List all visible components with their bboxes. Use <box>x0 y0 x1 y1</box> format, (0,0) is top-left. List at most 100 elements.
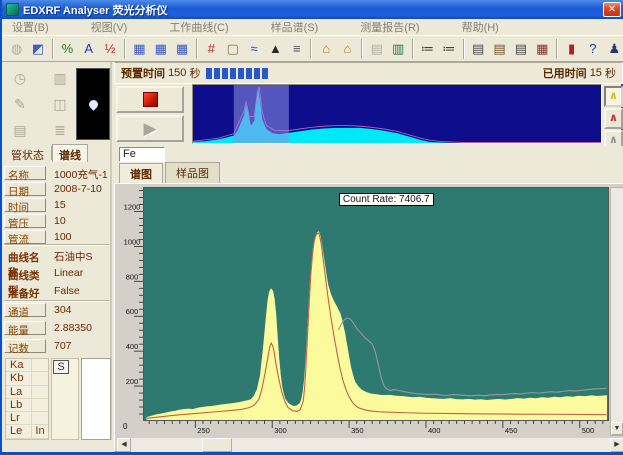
title-bar: EDXRF Analyser 荧光分析仪 ✕ <box>2 0 623 19</box>
menu-item-0[interactable]: 设置(B) <box>2 19 59 35</box>
fraction-icon[interactable]: ½ <box>100 38 119 60</box>
scroll-right-icon[interactable]: ▶ <box>610 438 623 452</box>
line-label: La <box>6 386 32 398</box>
triangle-peak-icon[interactable]: ▲ <box>266 38 285 60</box>
preset-time-value: 150 <box>168 67 186 79</box>
percent-icon[interactable]: % <box>58 38 77 60</box>
user-icon[interactable]: ♟ <box>605 38 623 60</box>
left-tab-1[interactable]: 谱线 <box>52 144 88 162</box>
overview-current-spectrum-button[interactable]: ∧ <box>604 86 623 107</box>
line-table-row: LeIn <box>6 425 48 438</box>
svg-text:1000: 1000 <box>124 237 141 246</box>
play-button[interactable]: ▶ <box>116 115 184 142</box>
print-icon[interactable]: ▤ <box>469 38 488 60</box>
preset-time-label: 预置时间 <box>121 65 165 81</box>
menu-item-3[interactable]: 样品谱(S) <box>261 19 329 35</box>
field-label: 通道 <box>4 303 46 317</box>
spectrum-overview[interactable] <box>192 84 602 144</box>
progress-segment <box>230 68 236 79</box>
palette-icon[interactable]: ◩ <box>28 38 47 60</box>
y-axis-ruler: 20040060080010001200 <box>120 187 143 421</box>
field-row: 通道304 <box>4 303 110 318</box>
main-tab-0[interactable]: 谱图 <box>119 163 163 184</box>
line-value: In <box>32 425 48 437</box>
menu-item-4[interactable]: 测量报告(R) <box>350 19 429 35</box>
field-row: 曲线名称石油中S <box>4 248 110 263</box>
toolbar-separator <box>124 39 126 59</box>
left-panel: ◷✎▤▥◫≣ 管状态谱线 名称1000充气-1日期2008-7-10时间15管压… <box>2 62 112 440</box>
sphere-icon[interactable]: ◍ <box>7 38 26 60</box>
horizontal-scrollbar[interactable]: ◀ ▶ <box>117 438 623 452</box>
main-tab-1[interactable]: 样品图 <box>165 162 220 183</box>
svg-text:1200: 1200 <box>124 202 141 211</box>
field-value: 1000充气-1 <box>54 167 108 182</box>
wave-chart-icon[interactable]: ≈ <box>244 38 263 60</box>
sample-indicator <box>76 68 110 140</box>
menu-item-5[interactable]: 帮助(H) <box>452 19 509 35</box>
line-label: Le <box>6 425 32 437</box>
scroll-left-icon[interactable]: ◀ <box>117 438 131 452</box>
grid-tool-2-icon[interactable]: ▦ <box>151 38 170 60</box>
line-label: Lb <box>6 399 32 411</box>
svg-text:600: 600 <box>126 307 139 316</box>
grid-tool-3-icon[interactable]: ▦ <box>172 38 191 60</box>
toolbar-separator <box>361 39 363 59</box>
peak-search-icon[interactable]: # <box>202 38 221 60</box>
svg-text:800: 800 <box>126 272 139 281</box>
field-value: 707 <box>54 340 72 352</box>
vertical-scrollbar[interactable]: ▼ <box>610 187 623 436</box>
home-2-icon[interactable]: ⌂ <box>338 38 357 60</box>
field-label: 时间 <box>4 198 46 212</box>
green-calculator-icon[interactable]: ▥ <box>389 38 408 60</box>
home-1-icon[interactable]: ⌂ <box>316 38 335 60</box>
element-list[interactable]: S <box>51 358 79 440</box>
field-row: 记数707 <box>4 339 110 354</box>
measure-progress-bar <box>206 68 270 79</box>
small-list-icon[interactable]: ≡ <box>287 38 306 60</box>
region-select-icon[interactable]: ▢ <box>223 38 242 60</box>
font-scale-icon[interactable]: A <box>79 38 98 60</box>
divider <box>4 300 110 302</box>
calculator-icon[interactable]: ▦ <box>533 38 552 60</box>
scroll-down-icon[interactable]: ▼ <box>611 422 623 435</box>
print-setup-icon[interactable]: ▤ <box>511 38 530 60</box>
progress-segment <box>222 68 228 79</box>
close-button[interactable]: ✕ <box>603 2 621 17</box>
element-input[interactable]: Fe <box>119 147 165 162</box>
divider <box>4 244 110 246</box>
print-preview-icon[interactable]: ▤ <box>490 38 509 60</box>
help-book-icon[interactable]: ▮ <box>562 38 581 60</box>
menu-item-2[interactable]: 工作曲线(C) <box>159 19 238 35</box>
bullet-list-1-icon[interactable]: ≔ <box>418 38 437 60</box>
context-help-icon[interactable]: ? <box>583 38 602 60</box>
bullet-list-2-icon[interactable]: ≔ <box>439 38 458 60</box>
count-rate-annotation: Count Rate: 7406.7 <box>339 193 434 206</box>
line-table-row: Ka <box>6 359 48 372</box>
element-list-item[interactable]: S <box>53 360 69 374</box>
timers-bar: 预置时间 150 秒 已用时间 15 秒 <box>114 62 623 84</box>
app-icon <box>6 3 19 16</box>
left-tab-0[interactable]: 管状态 <box>4 144 51 162</box>
line-table-row: Lb <box>6 399 48 412</box>
stop-button[interactable] <box>116 86 184 113</box>
scrollbar-thumb[interactable] <box>202 438 232 452</box>
line-value <box>32 359 48 371</box>
x-axis-ruler: 250300350400450500 <box>143 421 609 436</box>
overview-reference-spectrum-button[interactable]: ∧ <box>604 108 623 129</box>
grid-tool-1-icon[interactable]: ▦ <box>130 38 149 60</box>
toolbar-separator <box>556 39 558 59</box>
spectrum-plot[interactable]: Count Rate: 7406.7 <box>143 187 609 421</box>
line-value <box>32 412 48 424</box>
tool-a-icon-button: ▥ <box>46 66 74 90</box>
field-value: 2008-7-10 <box>54 183 102 195</box>
field-row: 准备好False <box>4 284 110 299</box>
spectral-line-table: KaKbLaLbLrLeIn <box>5 358 49 440</box>
elapsed-time-unit: 秒 <box>605 65 616 81</box>
svg-text:300: 300 <box>274 426 287 435</box>
line-table-row: La <box>6 386 48 399</box>
preset-time-unit: 秒 <box>189 65 200 81</box>
copy-pages-icon[interactable]: ▤ <box>367 38 386 60</box>
field-value: 100 <box>54 231 72 243</box>
progress-segment <box>214 68 220 79</box>
menu-item-1[interactable]: 视图(V) <box>81 19 138 35</box>
